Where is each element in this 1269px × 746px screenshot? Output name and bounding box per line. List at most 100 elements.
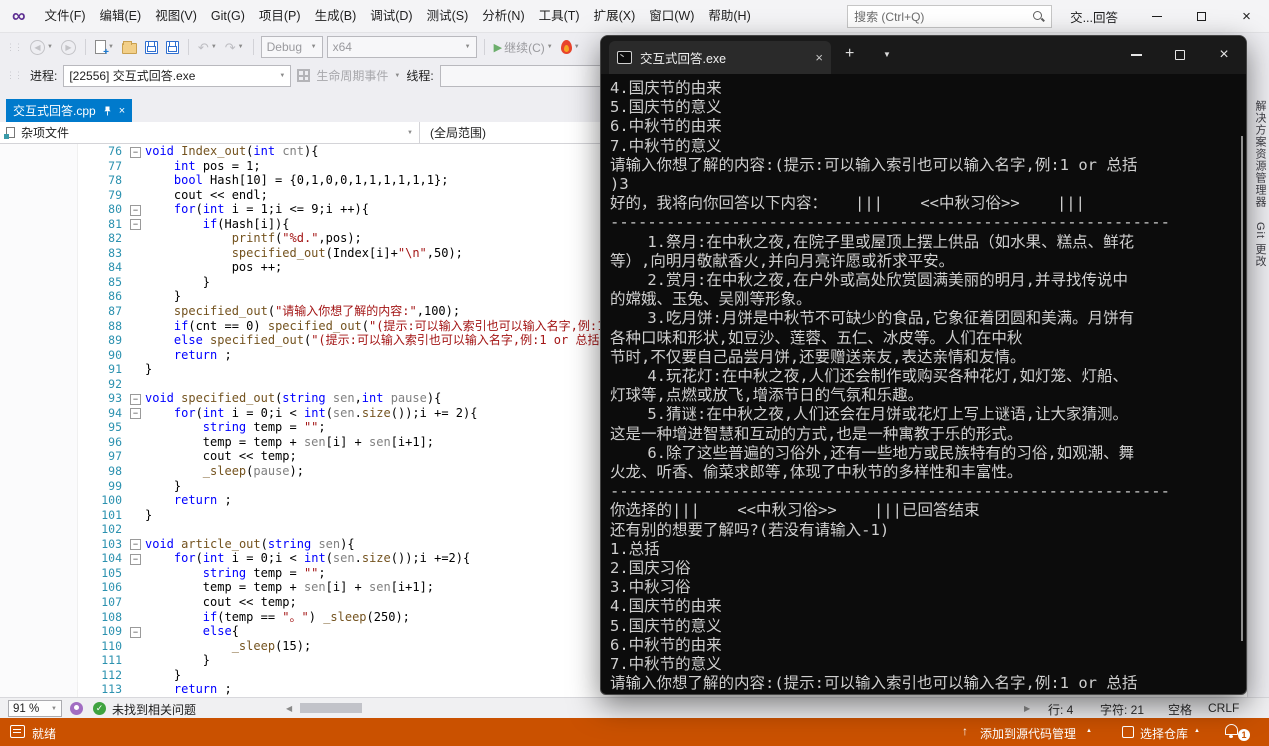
- code-text: for(int i = 0;i < int(sen.size());i +=2)…: [145, 551, 470, 566]
- open-file-button[interactable]: [120, 40, 139, 54]
- console-tab-close-icon[interactable]: ×: [815, 50, 823, 65]
- pin-icon[interactable]: [103, 106, 112, 116]
- fold-gutter: [128, 319, 145, 334]
- new-file-button[interactable]: ▼: [93, 40, 116, 54]
- fold-collapse-icon[interactable]: [128, 406, 145, 421]
- code-text: specified_out("请输入你想了解的内容:",100);: [145, 304, 460, 319]
- navigate-back-button[interactable]: ◀▼: [28, 40, 55, 55]
- fold-collapse-icon[interactable]: [128, 537, 145, 552]
- menu-item-6[interactable]: 调试(D): [363, 0, 419, 33]
- save-button[interactable]: [143, 41, 160, 54]
- menu-item-12[interactable]: 帮助(H): [701, 0, 757, 33]
- menu-item-10[interactable]: 扩展(X): [587, 0, 643, 33]
- side-tab-0[interactable]: 解决方案资源管理器: [1248, 100, 1268, 208]
- console-output[interactable]: 4.国庆节的由来5.国庆节的意义6.中秋节的由来7.中秋节的意义请输入你想了解的…: [601, 74, 1246, 695]
- menu-item-2[interactable]: 视图(V): [148, 0, 204, 33]
- spaces-indicator[interactable]: 空格: [1168, 701, 1192, 718]
- right-tool-tabs: 解决方案资源管理器 Git 更改: [1247, 90, 1269, 697]
- hscroll-left-arrow[interactable]: ◀: [286, 704, 292, 713]
- tab-cpp-file[interactable]: 交互式回答.cpp ×: [6, 99, 132, 122]
- console-minimize-button[interactable]: [1114, 36, 1158, 74]
- console-maximize-button[interactable]: [1158, 36, 1202, 74]
- fold-collapse-icon[interactable]: [128, 391, 145, 406]
- code-text: return ;: [145, 348, 232, 363]
- fold-gutter: [128, 348, 145, 363]
- select-repo-caret-icon[interactable]: ▲: [1194, 728, 1200, 734]
- menu-item-5[interactable]: 生成(B): [308, 0, 364, 33]
- console-window[interactable]: 交互式回答.exe × + ▼ × 4.国庆节的由来5.国庆节的意义6.中秋节的…: [600, 35, 1247, 695]
- line-number: 77: [78, 159, 122, 174]
- code-text: _sleep(pause);: [145, 464, 304, 479]
- toolbar-grip[interactable]: ⋮⋮: [6, 42, 22, 53]
- redo-button[interactable]: ↷▼: [223, 41, 246, 54]
- zoom-dropdown[interactable]: 91 %▼: [8, 700, 62, 717]
- fold-gutter: [128, 668, 145, 683]
- menu-item-8[interactable]: 分析(N): [475, 0, 531, 33]
- fold-collapse-icon[interactable]: [128, 202, 145, 217]
- menu-item-11[interactable]: 窗口(W): [642, 0, 701, 33]
- lifecycle-events-button[interactable]: 生命周期事件: [316, 67, 388, 84]
- new-tab-button[interactable]: +: [845, 46, 854, 62]
- feedback-icon[interactable]: [70, 702, 83, 715]
- fold-collapse-icon[interactable]: [128, 551, 145, 566]
- fold-collapse-icon[interactable]: [128, 624, 145, 639]
- project-dropdown[interactable]: 杂项文件 ▼: [0, 122, 420, 143]
- close-button[interactable]: ×: [1224, 0, 1269, 33]
- code-text: }: [145, 362, 152, 377]
- undo-button[interactable]: ↶▼: [196, 41, 219, 54]
- console-scrollbar[interactable]: [1241, 136, 1243, 641]
- menu-item-4[interactable]: 项目(P): [252, 0, 308, 33]
- restore-button[interactable]: [1179, 0, 1224, 33]
- code-text: }: [145, 275, 210, 290]
- fold-gutter: [128, 420, 145, 435]
- console-tab[interactable]: 交互式回答.exe ×: [609, 41, 831, 74]
- fold-gutter: [128, 289, 145, 304]
- console-line-4: 请输入你想了解的内容:(提示:可以输入索引也可以输入名字,例:1 or 总括: [610, 156, 1246, 175]
- toolbar-grip[interactable]: ⋮⋮: [6, 70, 22, 81]
- search-icon[interactable]: [1032, 10, 1045, 23]
- code-text: temp = temp + sen[i] + sen[i+1];: [145, 435, 434, 450]
- side-tab-1[interactable]: Git 更改: [1248, 222, 1268, 267]
- code-text: }: [145, 508, 152, 523]
- fold-collapse-icon[interactable]: [128, 217, 145, 232]
- menu-item-3[interactable]: Git(G): [204, 0, 252, 33]
- search-input[interactable]: 搜索 (Ctrl+Q): [847, 5, 1052, 28]
- console-line-30: 7.中秋节的意义: [610, 655, 1246, 674]
- vs-statusbar: 就绪 ↑ 添加到源代码管理 ▲ 选择仓库 ▲ 1: [0, 718, 1269, 746]
- menu-item-1[interactable]: 编辑(E): [93, 0, 149, 33]
- line-number: 83: [78, 246, 122, 261]
- search-placeholder: 搜索 (Ctrl+Q): [854, 8, 1032, 25]
- hscroll-right-arrow[interactable]: ▶: [1024, 704, 1030, 713]
- fold-gutter: [128, 508, 145, 523]
- save-all-button[interactable]: [164, 41, 181, 54]
- select-repo-button[interactable]: 选择仓库: [1140, 725, 1188, 742]
- tab-close-icon[interactable]: ×: [119, 105, 125, 117]
- console-close-button[interactable]: ×: [1202, 36, 1246, 74]
- minimize-button[interactable]: [1134, 0, 1179, 33]
- add-to-source-control-button[interactable]: 添加到源代码管理: [980, 725, 1076, 742]
- navigate-forward-button[interactable]: ▶: [59, 40, 78, 55]
- process-dropdown[interactable]: [22556] 交互式回答.exe▼: [63, 65, 291, 87]
- save-icon: [145, 41, 158, 54]
- hot-reload-button[interactable]: ▼: [559, 40, 582, 54]
- eol-indicator[interactable]: CRLF: [1208, 701, 1239, 715]
- console-line-25: 2.国庆习俗: [610, 559, 1246, 578]
- fold-collapse-icon[interactable]: [128, 144, 145, 159]
- notification-bell-icon[interactable]: [1225, 724, 1238, 735]
- solution-config-dropdown[interactable]: Debug▼: [261, 36, 323, 58]
- menu-item-0[interactable]: 文件(F): [38, 0, 93, 33]
- menu-item-7[interactable]: 测试(S): [420, 0, 476, 33]
- code-text: bool Hash[10] = {0,1,0,0,1,1,1,1,1,1};: [145, 173, 448, 188]
- platform-dropdown[interactable]: x64▼: [327, 36, 477, 58]
- menu-item-9[interactable]: 工具(T): [532, 0, 587, 33]
- console-line-11: 的嫦娥、玉兔、吴刚等形象。: [610, 290, 1246, 309]
- console-line-23: 还有别的想要了解吗?(若没有请输入-1): [610, 521, 1246, 540]
- tab-dropdown-icon[interactable]: ▼: [883, 50, 891, 59]
- console-line-12: 3.吃月饼:月饼是中秋节不可缺少的食品,它象征着团圆和美满。月饼有: [610, 309, 1246, 328]
- fold-gutter: [128, 333, 145, 348]
- breakpoint-margin[interactable]: [0, 144, 78, 697]
- source-control-caret-icon[interactable]: ▲: [1086, 728, 1092, 734]
- continue-button[interactable]: ▶继续(C)▼: [492, 39, 555, 56]
- console-titlebar[interactable]: 交互式回答.exe × + ▼ ×: [601, 36, 1246, 74]
- hscroll-thumb[interactable]: [300, 703, 362, 713]
